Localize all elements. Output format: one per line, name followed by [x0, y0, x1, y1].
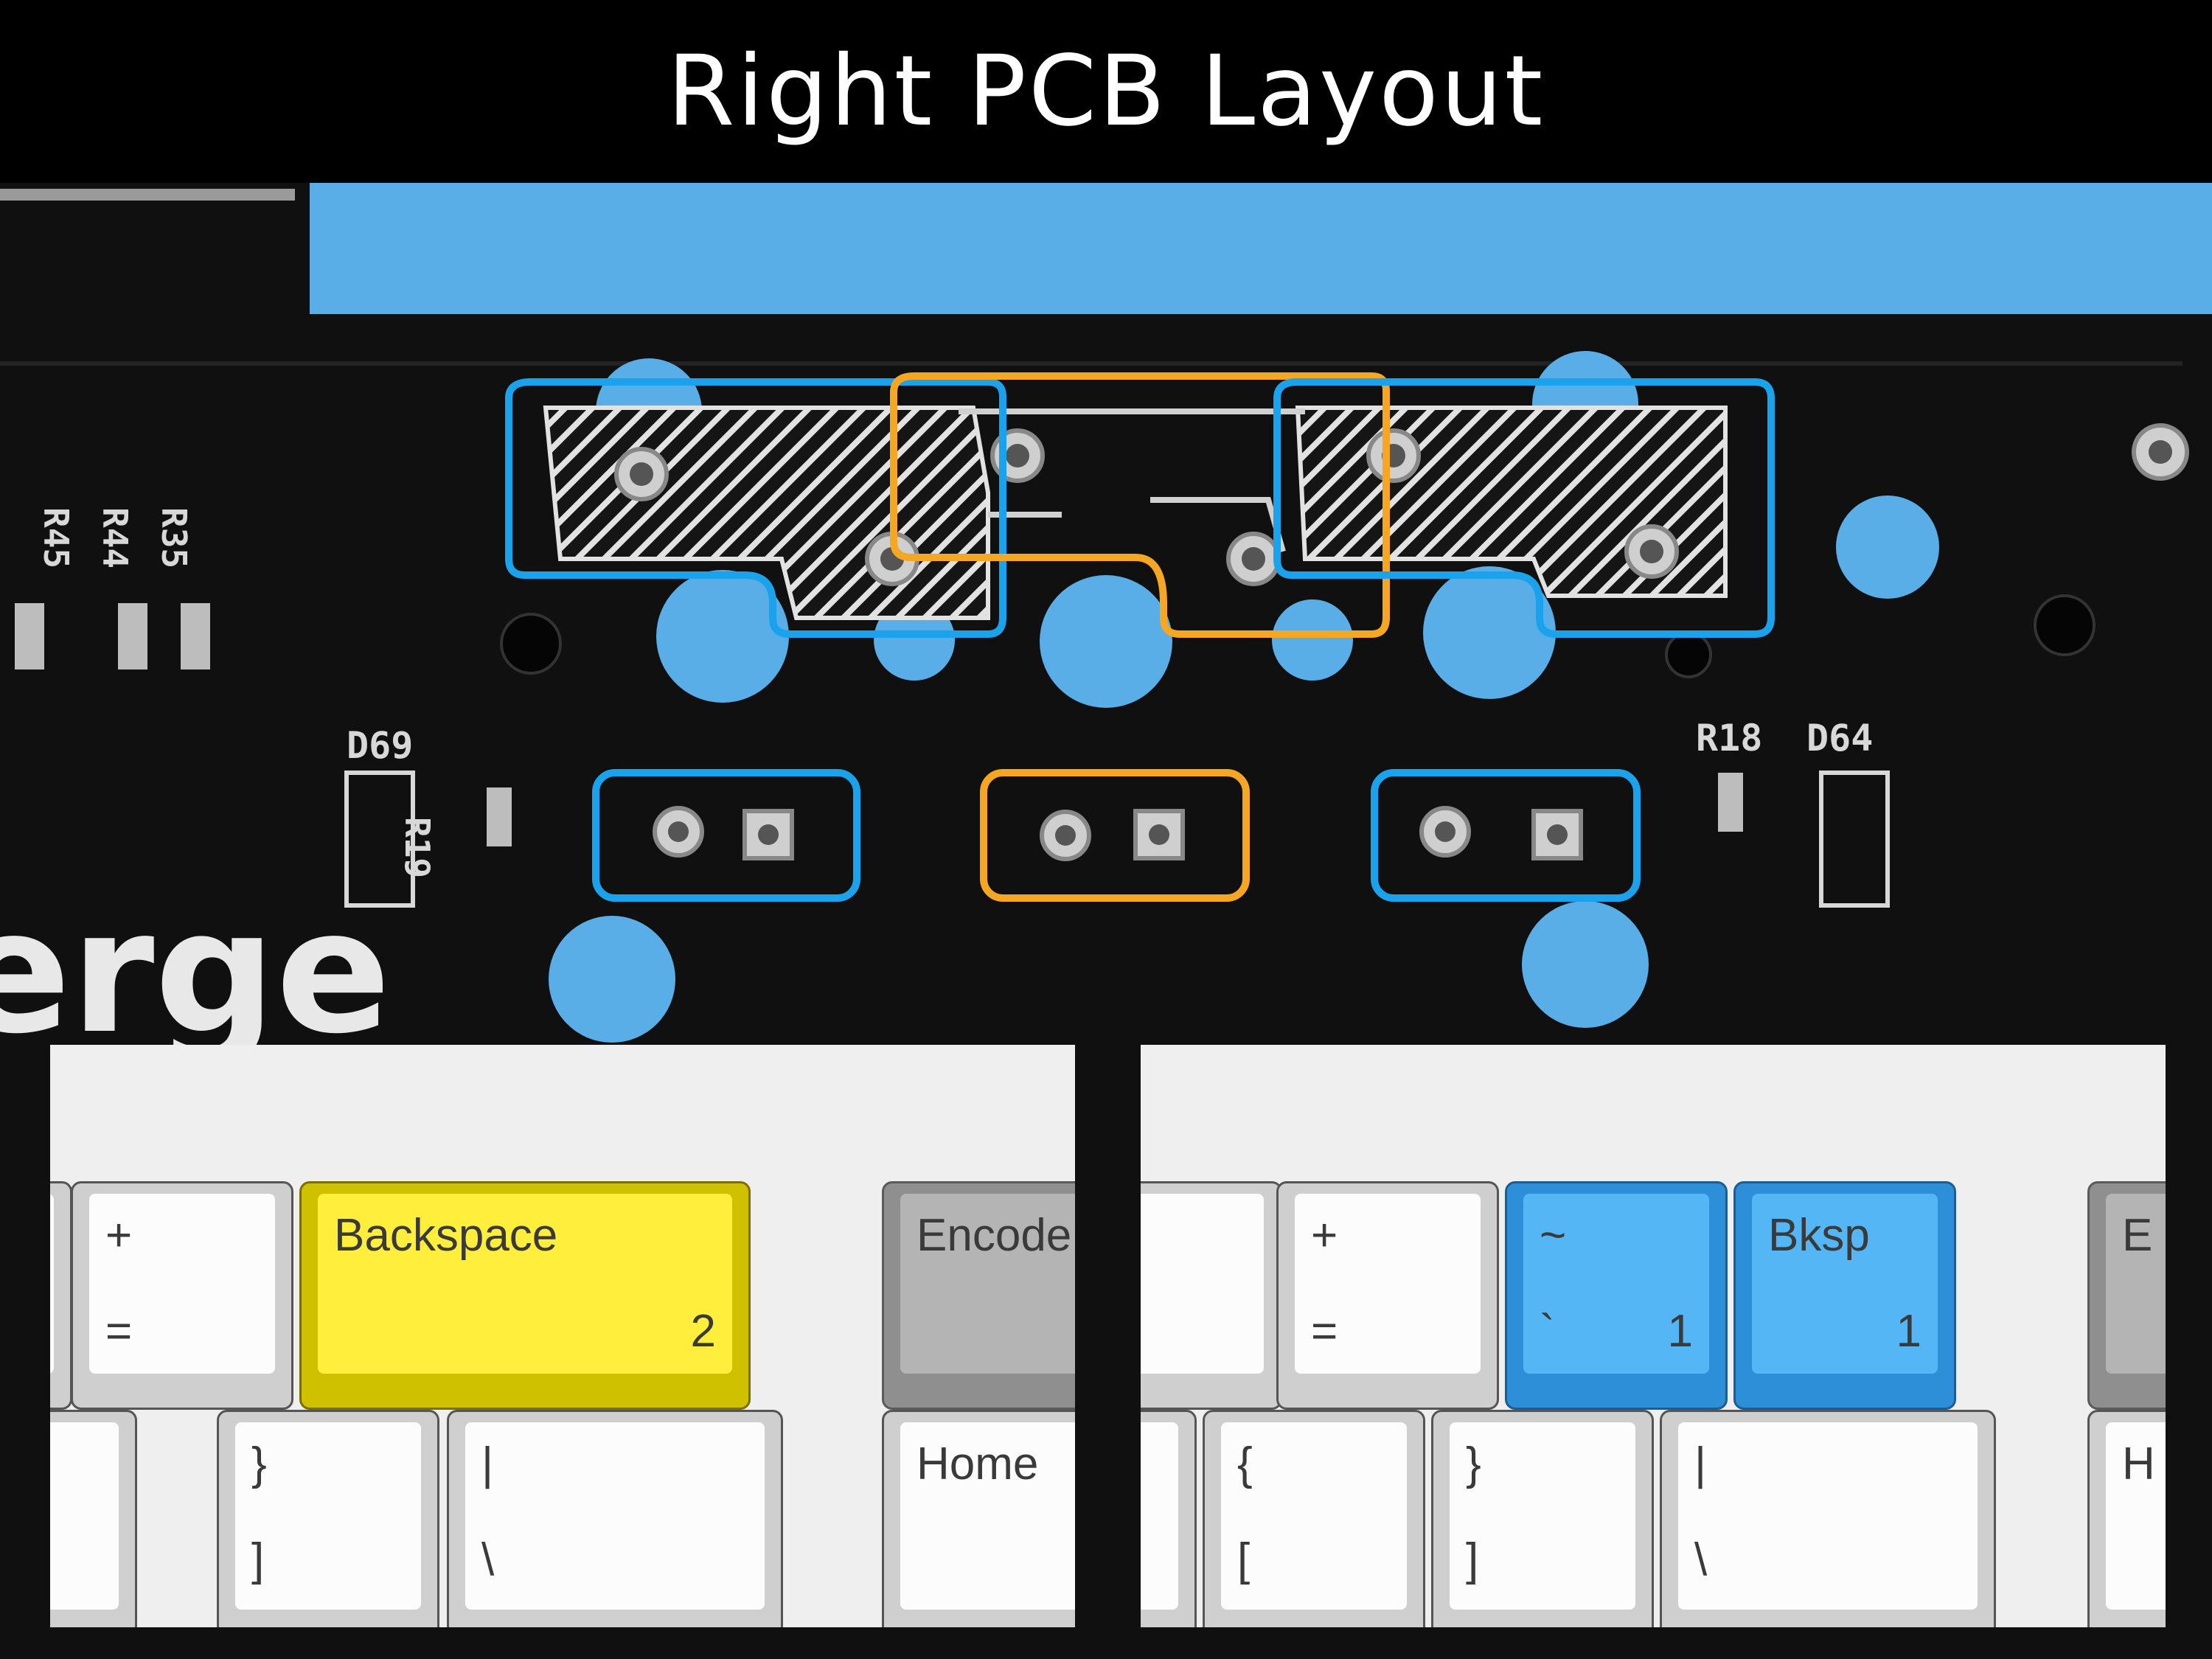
key-partial-bottom-left: [50, 1410, 137, 1627]
silk-d69: D69: [347, 724, 413, 767]
layout-panel-left: + = Backspace 2 Encode } ] | \ Home: [50, 1045, 1075, 1627]
title-bar: Right PCB Layout: [0, 0, 2212, 183]
page-title: Right PCB Layout: [667, 35, 1545, 148]
key-bksp[interactable]: Bksp 1: [1733, 1181, 1956, 1410]
silk-logo-fragment: erge: [0, 874, 391, 1071]
key-partial-left: [1141, 1181, 1282, 1410]
header-pins: [0, 189, 295, 201]
key-plus-equals[interactable]: + =: [1276, 1181, 1499, 1410]
silk-r35: R35: [154, 507, 194, 568]
blue-plate: [310, 183, 2212, 314]
key-partial-bottom-left: [1141, 1410, 1197, 1627]
key-pipe-backslash[interactable]: | \: [1660, 1410, 1996, 1627]
silk-d64: D64: [1806, 717, 1873, 759]
silk-r19: R19: [397, 817, 437, 878]
key-home[interactable]: Home: [882, 1410, 1075, 1627]
silk-r45: R45: [36, 507, 76, 568]
key-home[interactable]: H: [2087, 1410, 2166, 1627]
key-backspace-size: 2: [690, 1306, 716, 1357]
key-backspace-label: Backspace: [334, 1210, 558, 1261]
key-backspace[interactable]: Backspace 2: [299, 1181, 751, 1410]
key-encoder[interactable]: Encode: [882, 1181, 1075, 1410]
silk-r44: R44: [95, 507, 135, 568]
key-lbrace[interactable]: { [: [1203, 1410, 1425, 1627]
silk-r18: R18: [1696, 717, 1762, 759]
key-encoder[interactable]: E: [2087, 1181, 2166, 1410]
highlight-switch-right: [1371, 769, 1641, 902]
key-partial-left: [50, 1181, 72, 1410]
key-pipe-backslash[interactable]: | \: [447, 1410, 783, 1627]
layout-panel-right: + = ~ ` 1 Bksp 1 E { [ } ] | \ H: [1141, 1045, 2166, 1627]
key-rbrace[interactable]: } ]: [1431, 1410, 1654, 1627]
highlight-switch-middle: [980, 769, 1250, 902]
key-plus-equals[interactable]: + =: [71, 1181, 293, 1410]
highlight-switch-left: [592, 769, 860, 902]
diode-outlines: [344, 771, 1890, 908]
key-rbrace[interactable]: } ]: [217, 1410, 439, 1627]
key-tilde[interactable]: ~ ` 1: [1505, 1181, 1728, 1410]
